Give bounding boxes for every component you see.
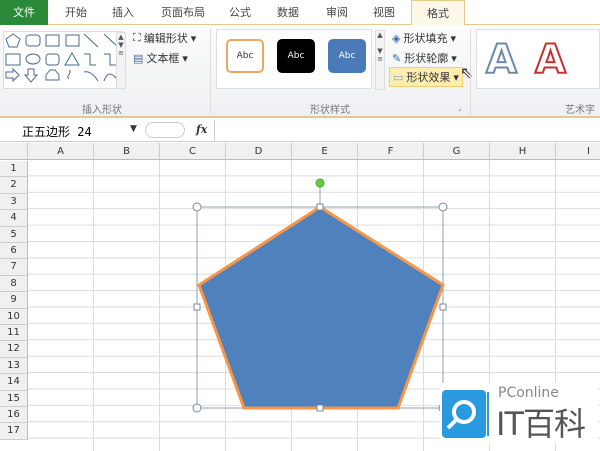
resize-handle[interactable] (192, 403, 202, 413)
resize-handle[interactable] (439, 303, 447, 311)
resize-handle[interactable] (316, 203, 324, 211)
watermark-logo: PConline IT百科 (440, 383, 598, 443)
resize-handle[interactable] (316, 404, 324, 412)
resize-handle[interactable] (192, 202, 202, 212)
rotation-handle[interactable] (315, 178, 325, 188)
resize-handle[interactable] (438, 202, 448, 212)
watermark-name: IT百科 (496, 405, 586, 443)
resize-handle[interactable] (193, 303, 201, 311)
magnifier-logo-icon (442, 390, 489, 438)
pentagon-shape[interactable] (197, 205, 445, 410)
